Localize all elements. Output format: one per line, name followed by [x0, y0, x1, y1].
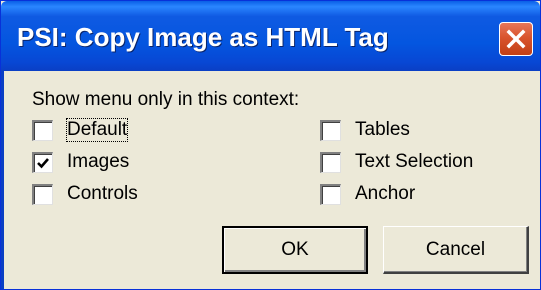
option-controls[interactable]: Controls [32, 182, 138, 206]
option-tables[interactable]: Tables [320, 118, 410, 142]
checkbox-anchor[interactable] [320, 183, 341, 205]
option-anchor[interactable]: Anchor [320, 182, 415, 206]
option-label-controls: Controls [67, 183, 138, 204]
option-default[interactable]: Default [32, 118, 129, 142]
checkbox-text-selection[interactable] [320, 151, 341, 173]
close-button[interactable] [499, 22, 533, 56]
option-label-text-selection: Text Selection [355, 151, 474, 172]
checkbox-images[interactable] [32, 151, 53, 173]
option-text-selection[interactable]: Text Selection [320, 150, 473, 174]
checkmark-icon [37, 157, 49, 168]
option-label-default: Default [65, 118, 129, 142]
ok-button[interactable]: OK [222, 226, 368, 274]
checkbox-controls[interactable] [32, 183, 53, 205]
option-label-images: Images [67, 151, 130, 172]
cancel-button[interactable]: Cancel [383, 226, 529, 274]
checkbox-default[interactable] [32, 119, 53, 141]
option-label-tables: Tables [355, 119, 410, 140]
window-title: PSI: Copy Image as HTML Tag [17, 22, 389, 52]
option-label-anchor: Anchor [355, 183, 416, 204]
option-images[interactable]: Images [32, 150, 129, 174]
checkbox-tables[interactable] [320, 119, 341, 141]
close-x-icon [506, 29, 526, 49]
title-bar[interactable]: PSI: Copy Image as HTML Tag [1, 1, 540, 71]
context-label: Show menu only in this context: [32, 89, 300, 110]
